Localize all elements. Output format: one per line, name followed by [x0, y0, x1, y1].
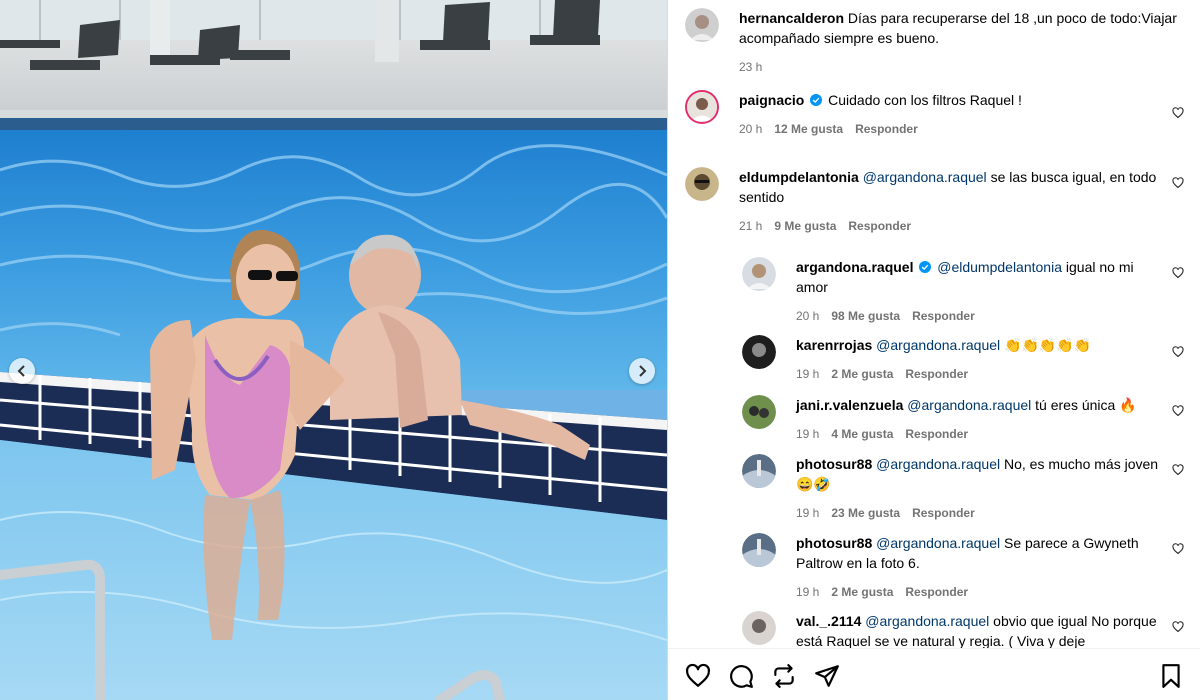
comment-heart-icon[interactable] — [1172, 107, 1184, 119]
comment-likes[interactable]: 4 Me gusta — [831, 424, 893, 444]
pool-photo — [0, 0, 667, 700]
avatar[interactable] — [742, 533, 776, 567]
chevron-left-icon — [17, 365, 25, 377]
comment-reply: val._.2114 @argandona.raquel obvio que i… — [742, 611, 1188, 648]
comment-mention[interactable]: @argandona.raquel — [863, 169, 987, 185]
send-icon[interactable] — [814, 663, 840, 689]
comment-text: 👏👏👏👏👏 — [1004, 337, 1092, 353]
reply-button[interactable]: Responder — [905, 424, 968, 444]
comment-text: tú eres única 🔥 — [1035, 397, 1137, 413]
comment-username[interactable]: karenrrojas — [796, 337, 872, 353]
comment-mention[interactable]: @argandona.raquel — [876, 456, 1000, 472]
comment-username[interactable]: argandona.raquel — [796, 259, 913, 275]
avatar[interactable] — [742, 335, 776, 369]
avatar[interactable] — [685, 167, 719, 201]
comment-heart-icon[interactable] — [1172, 621, 1184, 633]
caption-username[interactable]: hernancalderon — [739, 10, 844, 26]
comment-mention[interactable]: @eldumpdelantonia — [937, 259, 1062, 275]
reply-button[interactable]: Responder — [905, 582, 968, 602]
comment: eldumpdelantonia @argandona.raquel se la… — [685, 167, 1185, 236]
comment-time[interactable]: 19 h — [796, 582, 819, 602]
comment-time[interactable]: 19 h — [796, 424, 819, 444]
verified-badge-icon — [810, 94, 823, 106]
comment-reply: photosur88 @argandona.raquel No, es much… — [742, 454, 1188, 523]
comment-mention[interactable]: @argandona.raquel — [907, 397, 1031, 413]
comment-likes[interactable]: 9 Me gusta — [774, 216, 836, 236]
reply-button[interactable]: Responder — [905, 364, 968, 384]
repost-icon[interactable] — [771, 663, 797, 689]
chevron-right-icon — [639, 365, 647, 377]
post-caption: hernancalderon Días para recuperarse del… — [685, 8, 1185, 77]
comment-heart-icon[interactable] — [1172, 543, 1184, 555]
comment-reply: karenrrojas @argandona.raquel 👏👏👏👏👏 19 h… — [742, 335, 1188, 384]
comment-username[interactable]: photosur88 — [796, 535, 872, 551]
reply-button[interactable]: Responder — [912, 306, 975, 326]
avatar[interactable] — [685, 8, 719, 42]
comment-likes[interactable]: 12 Me gusta — [774, 119, 843, 139]
comment-likes[interactable]: 98 Me gusta — [831, 306, 900, 326]
comment-username[interactable]: photosur88 — [796, 456, 872, 472]
verified-badge-icon — [919, 261, 932, 273]
comment-username[interactable]: val._.2114 — [796, 613, 861, 629]
previous-photo-button[interactable] — [9, 358, 35, 384]
comment-time[interactable]: 20 h — [739, 119, 762, 139]
comment-heart-icon[interactable] — [1172, 464, 1184, 476]
reply-button[interactable]: Responder — [855, 119, 918, 139]
heart-icon[interactable] — [685, 663, 711, 689]
comment-mention[interactable]: @argandona.raquel — [876, 535, 1000, 551]
post-action-bar — [668, 648, 1200, 700]
comment-icon[interactable] — [728, 663, 754, 689]
comment-mention[interactable]: @argandona.raquel — [876, 337, 1000, 353]
next-photo-button[interactable] — [629, 358, 655, 384]
comment-reply: argandona.raquel @eldumpdelantonia igual… — [742, 257, 1188, 326]
comment: paignacio Cuidado con los filtros Raquel… — [685, 90, 1185, 139]
comment-likes[interactable]: 2 Me gusta — [831, 364, 893, 384]
comment-mention[interactable]: @argandona.raquel — [865, 613, 989, 629]
comment-heart-icon[interactable] — [1172, 346, 1184, 358]
reply-button[interactable]: Responder — [848, 216, 911, 236]
reply-button[interactable]: Responder — [912, 503, 975, 523]
comment-time[interactable]: 21 h — [739, 216, 762, 236]
avatar[interactable] — [685, 90, 719, 124]
comment-likes[interactable]: 2 Me gusta — [831, 582, 893, 602]
comment-time[interactable]: 19 h — [796, 364, 819, 384]
comment-time[interactable]: 19 h — [796, 503, 819, 523]
comment-reply: photosur88 @argandona.raquel Se parece a… — [742, 533, 1188, 602]
caption-time[interactable]: 23 h — [739, 57, 762, 77]
avatar[interactable] — [742, 454, 776, 488]
comment-username[interactable]: paignacio — [739, 92, 804, 108]
comment-heart-icon[interactable] — [1172, 177, 1184, 189]
post-photo — [0, 0, 667, 700]
avatar[interactable] — [742, 611, 776, 645]
comment-heart-icon[interactable] — [1172, 267, 1184, 279]
avatar[interactable] — [742, 257, 776, 291]
comment-username[interactable]: jani.r.valenzuela — [796, 397, 903, 413]
comment-time[interactable]: 20 h — [796, 306, 819, 326]
comment-reply: jani.r.valenzuela @argandona.raquel tú e… — [742, 395, 1188, 444]
comment-heart-icon[interactable] — [1172, 405, 1184, 417]
comment-username[interactable]: eldumpdelantonia — [739, 169, 859, 185]
comment-text: Cuidado con los filtros Raquel ! — [828, 92, 1022, 108]
comment-likes[interactable]: 23 Me gusta — [831, 503, 900, 523]
comments-panel[interactable]: hernancalderon Días para recuperarse del… — [668, 0, 1200, 648]
bookmark-icon[interactable] — [1158, 663, 1184, 689]
avatar[interactable] — [742, 395, 776, 429]
